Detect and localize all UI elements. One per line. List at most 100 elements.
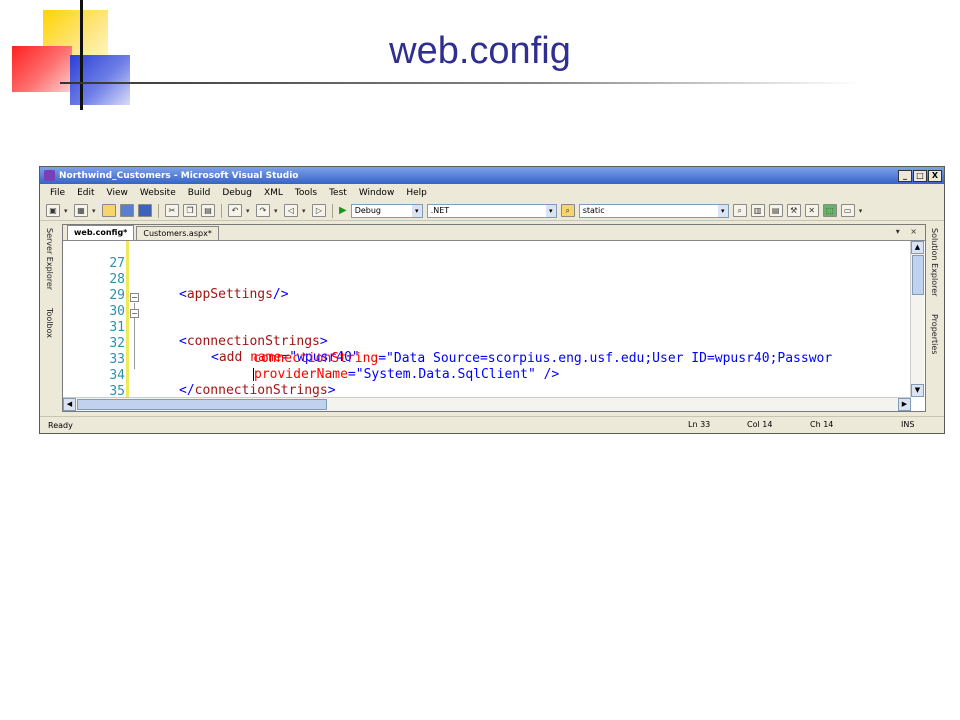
close-button[interactable]: X: [928, 169, 942, 182]
status-insert-mode: INS: [901, 420, 915, 429]
add-item-icon[interactable]: ▦: [74, 204, 88, 217]
menu-bar: File Edit View Website Build Debug XML T…: [40, 184, 944, 201]
code-token: Data Source=scorpius.eng.usf.edu;User ID…: [393, 351, 833, 366]
code-line: 31 − <add name="wpusr40": [63, 305, 360, 365]
menu-xml[interactable]: XML: [264, 188, 283, 198]
title-bar[interactable]: Northwind_Customers - Microsoft Visual S…: [40, 167, 944, 184]
collapse-icon[interactable]: −: [130, 293, 139, 302]
toolbox-icon[interactable]: ✕: [804, 204, 819, 217]
chevron-down-icon[interactable]: ▾: [302, 207, 308, 215]
standard-toolbar: ▣ ▾ ▦ ▾ ✂ ❐ ▤ ↶ ▾ ↷ ▾ ◁ ▾ ▷ ▶ Debug ▾ .N…: [40, 201, 944, 221]
chevron-down-icon[interactable]: ▾: [545, 204, 556, 217]
tab-controls[interactable]: ▾ ×: [896, 227, 921, 236]
code-line: 32 connectionString="Data Source=scorpiu…: [63, 321, 832, 366]
chevron-down-icon[interactable]: ▾: [64, 207, 70, 215]
start-page-icon[interactable]: ⬚: [822, 204, 837, 217]
menu-window[interactable]: Window: [359, 188, 395, 198]
navigate-backward-icon[interactable]: ◁: [284, 204, 298, 217]
right-dock-panel: Solution Explorer Properties: [926, 224, 944, 414]
code-token: <: [179, 287, 187, 302]
horizontal-scroll-thumb[interactable]: [77, 399, 327, 410]
menu-tools[interactable]: Tools: [295, 188, 317, 198]
menu-website[interactable]: Website: [140, 188, 176, 198]
code-token: appSettings: [186, 287, 273, 302]
solution-configuration-value: Debug: [354, 206, 382, 215]
menu-debug[interactable]: Debug: [222, 188, 252, 198]
chevron-down-icon[interactable]: ▾: [246, 207, 252, 215]
toolbox-tab[interactable]: Toolbox: [45, 308, 54, 338]
server-explorer-tab[interactable]: Server Explorer: [45, 228, 54, 290]
menu-test[interactable]: Test: [329, 188, 347, 198]
find-icon[interactable]: ⌕: [732, 204, 747, 217]
code-token: <: [211, 350, 219, 365]
code-editor: web.config* Customers.aspx* ▾ × 27 28 <a…: [62, 224, 926, 412]
paste-icon[interactable]: ▤: [201, 204, 215, 217]
command-window-icon[interactable]: ▭: [840, 204, 855, 217]
cut-icon[interactable]: ✂: [165, 204, 179, 217]
chevron-down-icon[interactable]: ▾: [92, 207, 98, 215]
copy-icon[interactable]: ❐: [183, 204, 197, 217]
code-line: 34 </connectionStrings>: [63, 353, 335, 397]
solution-platform-select[interactable]: .NET ▾: [426, 203, 557, 218]
code-token: add: [218, 350, 243, 365]
chevron-down-icon[interactable]: ▾: [717, 204, 728, 217]
code-line: 27: [63, 241, 141, 271]
code-line: 33 providerName="System.Data.SqlClient" …: [63, 337, 559, 382]
code-token: System.Data.SqlClient: [363, 367, 528, 382]
ide-body: Server Explorer Toolbox web.config* Cust…: [40, 224, 944, 417]
tab-web-config[interactable]: web.config*: [67, 225, 135, 240]
find-in-files-icon[interactable]: ⌕: [560, 204, 575, 217]
code-token: =": [347, 367, 364, 382]
toolbar-separator: [158, 203, 159, 218]
find-combo[interactable]: static ▾: [578, 203, 729, 218]
code-token: providerName: [254, 367, 348, 382]
menu-help[interactable]: Help: [406, 188, 427, 198]
code-line: 35: [63, 369, 141, 397]
code-token: connectionStrings: [186, 334, 320, 349]
chevron-down-icon[interactable]: ▾: [859, 207, 865, 215]
scroll-right-icon[interactable]: ▶: [898, 398, 911, 411]
collapse-icon[interactable]: −: [130, 309, 139, 318]
toolbar-separator: [332, 203, 333, 218]
open-folder-icon[interactable]: [102, 204, 116, 217]
solution-explorer-icon[interactable]: ▥: [750, 204, 765, 217]
solution-configuration-select[interactable]: Debug ▾: [350, 203, 423, 218]
code-token: =": [378, 351, 394, 366]
save-icon[interactable]: [120, 204, 134, 217]
new-project-icon[interactable]: ▣: [46, 204, 60, 217]
solution-explorer-tab[interactable]: Solution Explorer: [930, 228, 939, 296]
horizontal-scrollbar[interactable]: ◀ ▶: [63, 397, 911, 411]
chevron-down-icon[interactable]: ▾: [411, 204, 422, 217]
properties-window-icon[interactable]: ▤: [768, 204, 783, 217]
navigate-forward-icon[interactable]: ▷: [312, 204, 326, 217]
menu-build[interactable]: Build: [188, 188, 211, 198]
code-token: />: [272, 287, 289, 302]
menu-file[interactable]: File: [50, 188, 65, 198]
scroll-down-icon[interactable]: ▼: [911, 384, 924, 397]
start-debugging-icon[interactable]: ▶: [339, 205, 347, 216]
vertical-scrollbar[interactable]: ▲ ▼: [910, 241, 924, 397]
menu-view[interactable]: View: [107, 188, 128, 198]
visual-studio-window: Northwind_Customers - Microsoft Visual S…: [39, 166, 945, 434]
undo-icon[interactable]: ↶: [228, 204, 242, 217]
toolbar-separator: [221, 203, 222, 218]
code-line: 36: [63, 385, 141, 397]
properties-tab[interactable]: Properties: [930, 314, 939, 354]
slide-title: web.config: [389, 30, 571, 72]
window-title: Northwind_Customers - Microsoft Visual S…: [59, 170, 299, 181]
minimize-button[interactable]: _: [898, 169, 912, 182]
redo-icon[interactable]: ↷: [256, 204, 270, 217]
menu-edit[interactable]: Edit: [77, 188, 94, 198]
scroll-up-icon[interactable]: ▲: [911, 241, 924, 254]
status-line: Ln 33: [688, 420, 711, 429]
tab-customers-aspx[interactable]: Customers.aspx*: [136, 226, 219, 240]
code-area[interactable]: 27 28 <appSettings/> 29 30 − <connection…: [63, 241, 913, 397]
status-column: Col 14: [747, 420, 773, 429]
save-all-icon[interactable]: [138, 204, 152, 217]
chevron-down-icon[interactable]: ▾: [274, 207, 280, 215]
object-browser-icon[interactable]: ⚒: [786, 204, 801, 217]
status-char: Ch 14: [810, 420, 834, 429]
maximize-button[interactable]: □: [913, 169, 927, 182]
vertical-scroll-thumb[interactable]: [912, 255, 924, 295]
scroll-left-icon[interactable]: ◀: [63, 398, 76, 411]
